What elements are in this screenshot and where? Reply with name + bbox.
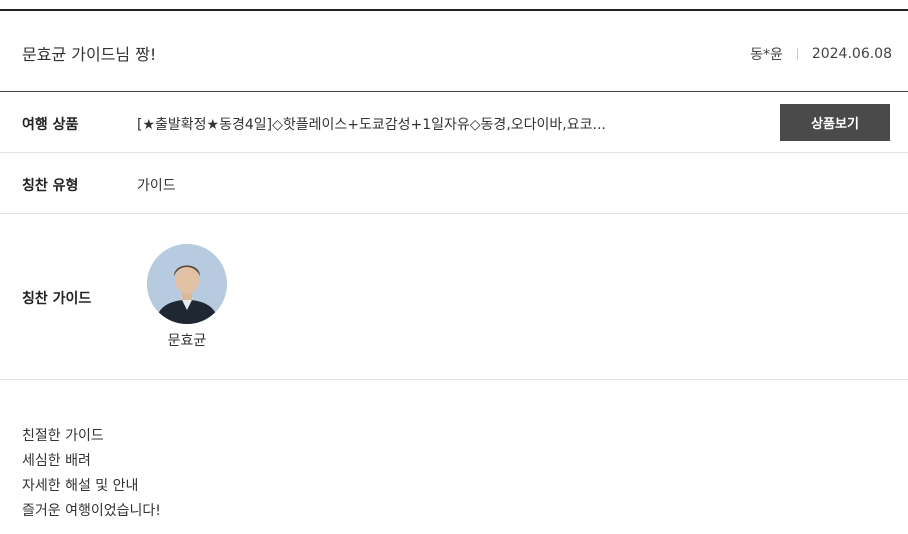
praise-guide-label: 칭찬 가이드 bbox=[22, 291, 92, 307]
praise-type-label: 칭찬 유형 bbox=[22, 178, 79, 194]
review-header: 문효균 가이드님 짱! 동*윤 2024.06.08 bbox=[0, 11, 908, 91]
review-meta: 동*윤 2024.06.08 bbox=[750, 44, 892, 64]
guide-avatar bbox=[147, 244, 227, 324]
praise-type-value: 가이드 bbox=[137, 178, 176, 194]
row-divider bbox=[0, 152, 908, 153]
guide-portrait-icon bbox=[147, 244, 227, 324]
header-divider bbox=[0, 91, 908, 92]
body-line: 친절한 가이드 bbox=[22, 428, 104, 444]
view-product-button[interactable]: 상품보기 bbox=[780, 104, 890, 141]
review-title: 문효균 가이드님 짱! bbox=[22, 45, 157, 64]
row-divider bbox=[0, 213, 908, 214]
meta-divider bbox=[796, 48, 798, 60]
body-line: 세심한 배려 bbox=[22, 453, 91, 469]
row-divider bbox=[0, 379, 908, 380]
review-date: 2024.06.08 bbox=[811, 46, 892, 62]
body-line: 자세한 해설 및 안내 bbox=[22, 478, 139, 494]
review-body: 친절한 가이드 세심한 배려 자세한 해설 및 안내 즐거운 여행이었습니다! bbox=[22, 424, 161, 524]
guide-name: 문효균 bbox=[167, 333, 207, 349]
body-line: 즐거운 여행이었습니다! bbox=[22, 503, 161, 519]
review-author: 동*윤 bbox=[750, 47, 783, 63]
product-label: 여행 상품 bbox=[22, 117, 79, 133]
product-name: [★출발확정★동경4일]◇핫플레이스+도쿄감성+1일자유◇동경,오다이바,요코.… bbox=[137, 117, 606, 133]
